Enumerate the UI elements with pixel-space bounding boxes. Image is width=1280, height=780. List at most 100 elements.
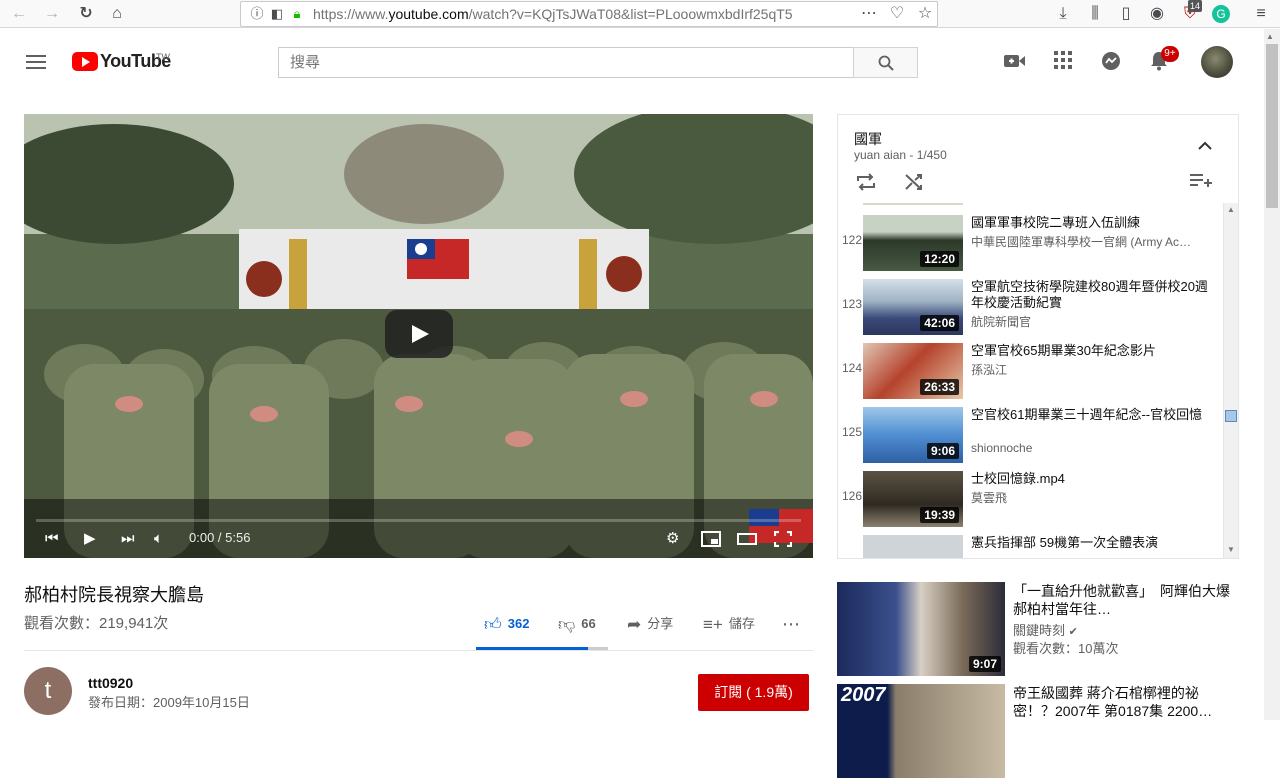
like-button[interactable]: 👍︎ 362 [484, 614, 529, 634]
pocket-icon[interactable]: ♡ [887, 4, 907, 24]
user-avatar[interactable] [1201, 46, 1233, 78]
home-icon[interactable]: ⌂ [107, 4, 127, 24]
extension-badge: 14 [1188, 0, 1203, 12]
bookmark-star-icon[interactable]: ☆ [915, 4, 935, 24]
recommended-video-channel[interactable]: 關鍵時刻 ✔ [1013, 620, 1078, 639]
video-duration: 19:39 [920, 507, 959, 523]
collapse-chevron-icon[interactable] [1198, 135, 1212, 156]
video-thumbnail[interactable] [863, 535, 963, 558]
playlist-video-title[interactable]: 空軍官校65期畢業30年紀念影片 [971, 343, 1211, 359]
search-icon [878, 55, 894, 71]
volume-icon[interactable]: 🔈︎ [154, 529, 163, 549]
view-count: 觀看次數：219,941次 [24, 615, 169, 632]
video-thumbnail[interactable]: 42:06 [863, 279, 963, 335]
url-text[interactable]: https://www.youtube.com/watch?v=KQjTsJWa… [313, 6, 833, 22]
url-path: /watch?v=KQjTsJWaT08&list=PLooowmxbdIrf2… [468, 6, 793, 22]
video-thumbnail[interactable]: 19:39 [863, 471, 963, 527]
page-scroll-thumb[interactable] [1266, 44, 1278, 208]
sidebar-icon[interactable]: ▯ [1116, 4, 1136, 24]
playlist-add-icon[interactable] [1190, 173, 1212, 194]
recommended-video-title[interactable]: 「一直給升他就歡喜」 阿輝伯大爆郝柏村當年往… [1013, 582, 1237, 618]
playlist-video-title[interactable]: 國軍軍事校院二專班入伍訓練 [971, 215, 1211, 231]
verified-check-icon: ✔ [1068, 626, 1078, 638]
playlist-item[interactable]: 憲兵指揮部 59機第一次全體表演 [838, 531, 1223, 558]
playlist-item[interactable]: 124 26:33 空軍官校65期畢業30年紀念影片 孫泓江 [838, 339, 1223, 403]
dislike-button[interactable]: 👎︎ 66 [558, 614, 596, 634]
playlist-items: 122 12:20 國軍軍事校院二專班入伍訓練 中華民國陸軍專科學校一官網 (A… [838, 203, 1223, 558]
search-button[interactable] [853, 47, 918, 78]
downloads-icon[interactable]: ⤓ [1053, 4, 1073, 24]
thumbs-down-icon: 👎︎ [558, 615, 576, 634]
scroll-up-icon[interactable]: ▲ [1224, 203, 1238, 217]
library-icon[interactable]: ⫼ [1085, 4, 1105, 24]
large-play-button[interactable] [385, 310, 453, 358]
share-button[interactable]: ➦ 分享 [627, 614, 673, 634]
create-video-icon[interactable] [1003, 51, 1027, 75]
video-thumbnail[interactable]: 2007 [837, 684, 1005, 778]
search-box[interactable] [278, 47, 854, 78]
channel-avatar[interactable]: t [24, 667, 72, 715]
playlist-video-title[interactable]: 士校回憶錄.mp4 [971, 471, 1211, 487]
time-display: 0:00 / 5:56 [189, 530, 250, 545]
video-duration: 42:06 [920, 315, 959, 331]
progress-bar[interactable] [36, 519, 801, 522]
back-icon[interactable]: ← [9, 4, 29, 24]
recommended-video-title[interactable]: 帝王級國葬 蔣介石棺槨裡的祕密！？2007年 第0187集 2200… [1013, 684, 1237, 720]
playlist-item[interactable]: 122 12:20 國軍軍事校院二專班入伍訓練 中華民國陸軍專科學校一官網 (A… [838, 211, 1223, 275]
next-icon[interactable]: ⏭︎ [121, 529, 135, 549]
settings-gear-icon[interactable]: ⚙ [666, 529, 679, 549]
video-thumbnail[interactable]: 9:07 [837, 582, 1005, 676]
playlist-video-title[interactable]: 憲兵指揮部 59機第一次全體表演 [971, 535, 1211, 551]
apps-grid-icon[interactable] [1051, 51, 1075, 75]
recommended-video[interactable]: 2007 帝王級國葬 蔣介石棺槨裡的祕密！？2007年 第0187集 2200… [837, 684, 1237, 780]
grammarly-icon[interactable]: G [1212, 5, 1230, 23]
permissions-icon[interactable]: ◧ [267, 4, 287, 24]
save-button[interactable]: ≡+ 儲存 [703, 614, 755, 634]
playlist-video-channel: shionnoche [971, 441, 1033, 455]
page-scroll-up-icon[interactable]: ▲ [1266, 32, 1274, 41]
video-thumbnail[interactable]: 9:06 [863, 407, 963, 463]
playlist-video-channel: 莫雲飛 [971, 491, 1008, 505]
playlist-item[interactable]: 123 42:06 空軍航空技術學院建校80週年暨併校20週年校慶活動紀實 航院… [838, 275, 1223, 339]
video-thumbnail[interactable] [863, 203, 963, 205]
playlist-scroll-thumb[interactable] [1225, 410, 1237, 422]
playlist-item[interactable]: 126 19:39 士校回憶錄.mp4 莫雲飛 [838, 467, 1223, 531]
playlist-item-partial[interactable] [838, 203, 1223, 209]
previous-icon[interactable]: ⏮︎ [45, 529, 59, 549]
messages-icon[interactable] [1099, 51, 1123, 75]
playlist-video-title[interactable]: 空軍航空技術學院建校80週年暨併校20週年校慶活動紀實 [971, 279, 1211, 311]
dislike-count: 66 [581, 616, 596, 631]
url-bar[interactable]: ⓘ ◧ 🔒︎ https://www.youtube.com/watch?v=K… [240, 1, 938, 27]
video-player[interactable]: ⏮︎ ▶ ⏭︎ 🔈︎ 0:00 / 5:56 ⚙ [24, 114, 813, 558]
youtube-logo-icon[interactable] [72, 52, 98, 71]
info-icon[interactable]: ⓘ [247, 4, 267, 24]
forward-icon[interactable]: → [42, 4, 62, 24]
reload-icon[interactable]: ↻ [76, 4, 96, 24]
guide-menu-icon[interactable] [26, 55, 46, 69]
loop-icon[interactable] [856, 173, 876, 196]
channel-label: 關鍵時刻 [1013, 623, 1066, 638]
playlist-item[interactable]: 125 9:06 空官校61期畢業三十週年紀念--官校回憶 shionnoche [838, 403, 1223, 467]
menu-icon[interactable]: ≡ [1251, 4, 1271, 24]
video-duration: 9:06 [926, 443, 959, 459]
playlist-scrollbar[interactable]: ▲ ▼ [1223, 203, 1238, 558]
video-thumbnail[interactable]: 12:20 [863, 215, 963, 271]
more-actions-icon[interactable]: ⋯ [782, 614, 800, 634]
scroll-down-icon[interactable]: ▼ [1224, 543, 1238, 557]
account-icon[interactable]: ◉ [1147, 4, 1167, 24]
subscribe-button[interactable]: 訂閱 ( 1.9萬) [698, 674, 809, 711]
lock-icon[interactable]: 🔒︎ [287, 4, 307, 24]
playlist-subtitle: yuan aian - 1/450 [854, 148, 947, 162]
notification-badge: 9+ [1161, 46, 1179, 62]
playlist-title[interactable]: 國軍 [854, 129, 882, 149]
playlist-video-channel: 孫泓江 [971, 363, 1008, 377]
video-thumbnail[interactable]: 26:33 [863, 343, 963, 399]
shuffle-icon[interactable] [904, 173, 924, 196]
search-input[interactable] [279, 48, 854, 77]
recommended-video[interactable]: 9:07 「一直給升他就歡喜」 阿輝伯大爆郝柏村當年往… 關鍵時刻 ✔ 觀看次數… [837, 582, 1237, 678]
play-icon[interactable]: ▶ [84, 529, 96, 549]
thumbs-up-icon: 👍︎ [484, 615, 502, 634]
page-actions-icon[interactable]: ⋯ [859, 4, 879, 24]
channel-name[interactable]: ttt0920 [88, 675, 133, 691]
playlist-video-title[interactable]: 空官校61期畢業三十週年紀念--官校回憶 [971, 407, 1211, 423]
